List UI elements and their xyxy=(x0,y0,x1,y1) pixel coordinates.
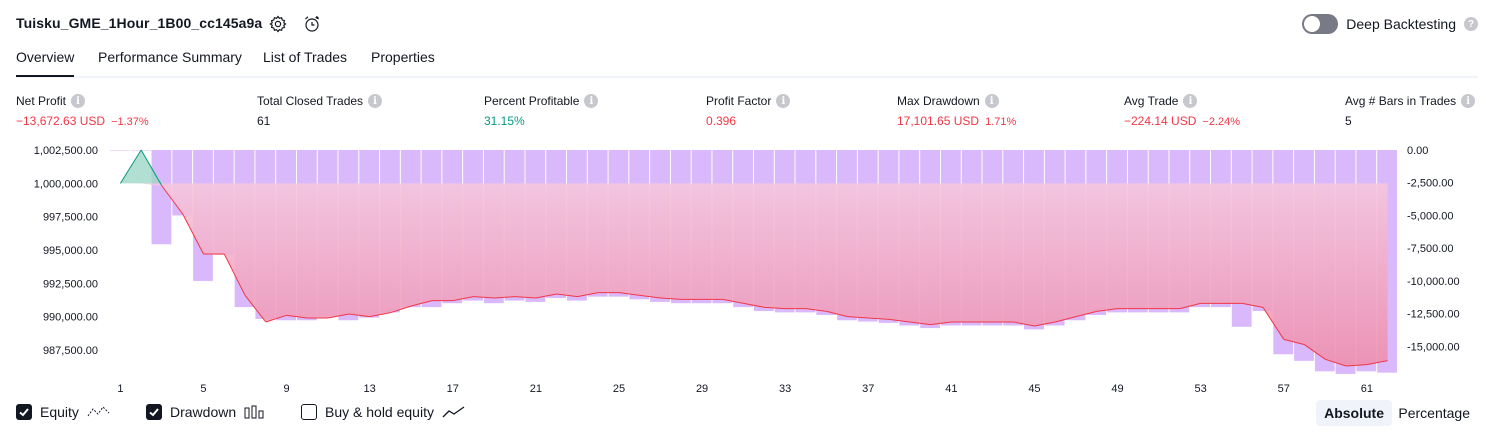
absolute-button[interactable]: Absolute xyxy=(1316,400,1392,426)
y-axis-right-tick: -5,000.00 xyxy=(1407,210,1453,222)
gear-icon[interactable] xyxy=(268,14,288,34)
drawdown-bars-icon xyxy=(244,405,264,419)
stat-value: 17,101.65 USD xyxy=(897,114,980,128)
stat-max-drawdown: Max Drawdown i 17,101.65 USD 1.71% xyxy=(897,92,1016,128)
y-axis-right-tick: 0.00 xyxy=(1407,145,1428,157)
legend-equity[interactable]: Equity xyxy=(16,404,111,420)
question-icon[interactable]: ? xyxy=(1464,17,1478,31)
tab-properties[interactable]: Properties xyxy=(371,49,435,75)
stat-percent: 1.71% xyxy=(985,116,1017,128)
stat-avg-trade: Avg Trade i −224.14 USD −2.24% xyxy=(1124,92,1240,128)
stats-row: Net Profit i −13,672.63 USD −1.37% Total C… xyxy=(16,92,1478,132)
toggle-knob xyxy=(1304,16,1321,32)
info-icon[interactable]: i xyxy=(776,94,791,108)
legend-drawdown[interactable]: Drawdown xyxy=(146,404,266,420)
stat-label: Net Profit xyxy=(16,94,67,108)
x-axis-tick: 5 xyxy=(200,383,206,394)
y-axis-right-tick: -12,500.00 xyxy=(1407,309,1460,321)
stat-total-closed-trades: Total Closed Trades i 61 xyxy=(257,92,383,128)
y-axis-right-tick: -15,000.00 xyxy=(1407,341,1460,353)
y-axis-left-tick: 992,500.00 xyxy=(43,278,98,290)
percentage-button[interactable]: Percentage xyxy=(1390,400,1478,426)
drawdown-label: Drawdown xyxy=(170,404,237,420)
x-axis-tick: 9 xyxy=(284,383,290,394)
stat-value: −224.14 USD xyxy=(1124,114,1197,128)
report-tabs: Overview Performance Summary List of Tra… xyxy=(16,44,1478,78)
equity-checkbox[interactable] xyxy=(16,404,32,420)
x-axis-tick: 37 xyxy=(862,383,874,394)
y-axis-left-tick: 995,000.00 xyxy=(43,245,98,257)
info-icon[interactable]: i xyxy=(1183,94,1198,108)
buy-hold-label: Buy & hold equity xyxy=(325,404,434,420)
x-axis-tick: 57 xyxy=(1278,383,1290,394)
y-axis-right-tick: -10,000.00 xyxy=(1407,276,1460,288)
legend-buy-hold-equity[interactable]: Buy & hold equity xyxy=(301,404,466,420)
x-axis-tick: 25 xyxy=(613,383,625,394)
drawdown-checkbox[interactable] xyxy=(146,404,162,420)
x-axis-tick: 1 xyxy=(117,383,123,394)
x-axis-tick: 33 xyxy=(779,383,791,394)
stat-label: Avg # Bars in Trades xyxy=(1345,94,1457,108)
stat-percent: −1.37% xyxy=(111,116,149,128)
x-axis-tick: 21 xyxy=(530,383,542,394)
stat-avg-bars-in-trades: Avg # Bars in Trades i 5 xyxy=(1345,92,1476,128)
info-icon[interactable]: i xyxy=(1461,94,1476,108)
stat-label: Profit Factor xyxy=(706,94,772,108)
stat-value: 61 xyxy=(257,114,271,128)
y-axis-left-tick: 1,000,000.00 xyxy=(34,178,98,190)
y-axis-left-tick: 987,500.00 xyxy=(43,345,98,357)
x-axis-tick: 41 xyxy=(945,383,957,394)
x-axis-tick: 49 xyxy=(1111,383,1123,394)
tab-performance-summary[interactable]: Performance Summary xyxy=(98,49,242,75)
x-axis-tick: 13 xyxy=(364,383,376,394)
deep-backtesting-toggle[interactable] xyxy=(1302,14,1339,34)
x-axis-tick: 29 xyxy=(696,383,708,394)
info-icon[interactable]: i xyxy=(368,94,383,108)
stat-label: Total Closed Trades xyxy=(257,94,364,108)
stat-profit-factor: Profit Factor i 0.396 xyxy=(706,92,791,128)
y-axis-left-tick: 997,500.00 xyxy=(43,212,98,224)
stat-value: 5 xyxy=(1345,114,1352,128)
equity-loss-area xyxy=(120,183,1388,366)
stat-label: Max Drawdown xyxy=(897,94,980,108)
tab-list-of-trades[interactable]: List of Trades xyxy=(263,49,347,75)
buy-hold-line-icon xyxy=(442,406,465,418)
stat-percent: −2.24% xyxy=(1202,116,1241,128)
chart-footer: Equity Drawdown Buy & hold equity Absolu… xyxy=(16,400,1478,428)
buy-hold-checkbox[interactable] xyxy=(301,404,317,420)
tab-overview[interactable]: Overview xyxy=(16,49,75,77)
x-axis-tick: 53 xyxy=(1195,383,1207,394)
equity-drawdown-chart[interactable]: 1,002,500.00 1,000,000.00 997,500.00 995,00… xyxy=(0,138,1494,394)
info-icon[interactable]: i xyxy=(584,94,599,108)
stat-label: Avg Trade xyxy=(1124,94,1179,108)
y-axis-left-tick: 1,002,500.00 xyxy=(34,145,98,157)
drawdown-bar[interactable] xyxy=(151,150,172,245)
info-icon[interactable]: i xyxy=(71,94,86,108)
y-axis-right-tick: -7,500.00 xyxy=(1407,243,1453,255)
x-axis-tick: 45 xyxy=(1028,383,1040,394)
drawdown-bar[interactable] xyxy=(110,150,130,151)
stat-value: −13,672.63 USD xyxy=(16,114,106,128)
deep-backtesting-control: Deep Backtesting ? xyxy=(1302,14,1478,34)
strategy-header: Tuisku_GME_1Hour_1B00_cc145a9a Deep Back… xyxy=(16,12,1478,36)
y-axis-left-tick: 990,000.00 xyxy=(43,312,98,324)
equity-label: Equity xyxy=(40,404,79,420)
strategy-title: Tuisku_GME_1Hour_1B00_cc145a9a xyxy=(16,15,263,31)
stat-value: 0.396 xyxy=(706,114,737,128)
alarm-clock-plus-icon[interactable] xyxy=(302,14,322,34)
x-axis-tick: 61 xyxy=(1361,383,1373,394)
deep-backtesting-label: Deep Backtesting xyxy=(1346,16,1456,32)
stat-percent-profitable: Percent Profitable i 31.15% xyxy=(484,92,599,128)
equity-line-icon xyxy=(87,406,110,417)
info-icon[interactable]: i xyxy=(984,94,999,108)
stat-net-profit: Net Profit i −13,672.63 USD −1.37% xyxy=(16,92,149,128)
stat-value: 31.15% xyxy=(484,114,525,128)
y-axis-right-tick: -2,500.00 xyxy=(1407,178,1453,190)
x-axis-tick: 17 xyxy=(447,383,459,394)
stat-label: Percent Profitable xyxy=(484,94,580,108)
